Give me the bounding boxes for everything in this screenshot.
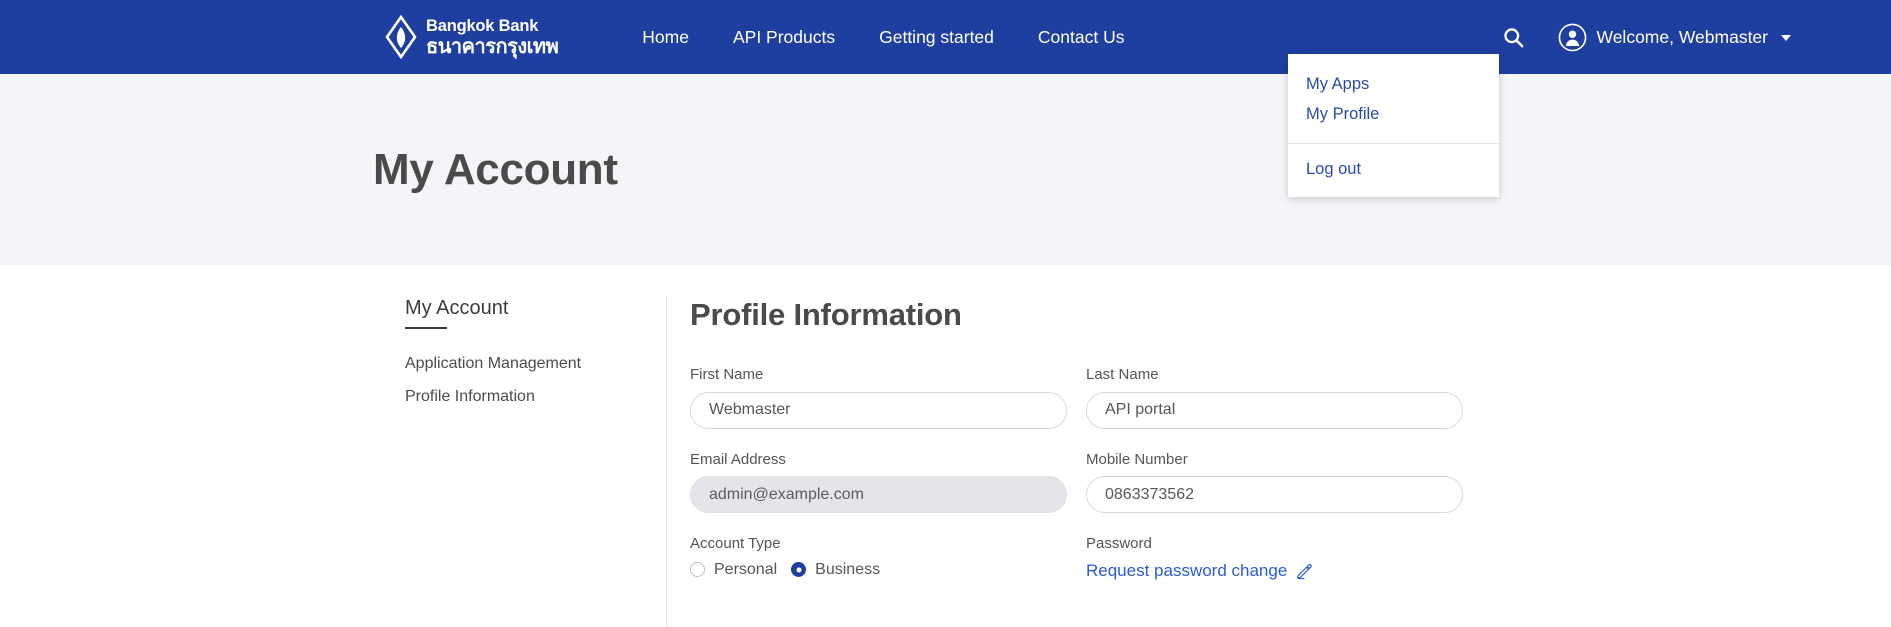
field-group-email: Email Address [690, 450, 1086, 514]
field-group-last-name: Last Name [1086, 365, 1482, 429]
header-inner: Bangkok Bank ธนาคารกรุงเทพ Home API Prod… [0, 0, 1891, 74]
sidebar-inner: My Account Application Management Profil… [0, 297, 666, 409]
dropdown-my-profile[interactable]: My Profile [1288, 100, 1499, 130]
header-right-group: Welcome, Webmaster [1501, 23, 1891, 52]
field-group-first-name: First Name [690, 365, 1086, 429]
label-account-type: Account Type [690, 534, 1086, 554]
field-group-mobile: Mobile Number [1086, 450, 1482, 514]
label-email-address: Email Address [690, 450, 1086, 470]
brand-logo-link[interactable]: Bangkok Bank ธนาคารกรุงเทพ [385, 15, 558, 59]
nav-contact-us[interactable]: Contact Us [1016, 0, 1147, 74]
dropdown-primary-group: My Apps My Profile [1288, 64, 1499, 138]
radio-dot-business[interactable] [791, 562, 806, 577]
page-title: My Account [373, 145, 618, 195]
sidebar-item-profile-information[interactable]: Profile Information [405, 386, 666, 408]
brand-name-th: ธนาคารกรุงเทพ [426, 36, 558, 56]
user-dropdown-menu: My Apps My Profile Log out [1288, 54, 1499, 197]
dropdown-divider [1288, 143, 1499, 144]
dropdown-secondary-group: Log out [1288, 147, 1499, 189]
label-first-name: First Name [690, 365, 1086, 385]
brand-name-en: Bangkok Bank [426, 18, 558, 35]
user-avatar-icon [1558, 23, 1587, 52]
form-row-names: First Name Last Name [690, 365, 1891, 429]
nav-home[interactable]: Home [620, 0, 711, 74]
radio-dot-personal[interactable] [690, 562, 705, 577]
radio-option-personal[interactable]: Personal [690, 561, 777, 579]
sidebar-heading: My Account [405, 297, 508, 329]
form-row-type-password: Account Type Personal Business Password … [690, 534, 1891, 581]
last-name-input[interactable] [1086, 392, 1463, 429]
form-row-contact: Email Address Mobile Number [690, 450, 1891, 514]
search-button[interactable] [1501, 24, 1527, 50]
diamond-leaf-logo-icon [385, 15, 417, 59]
user-menu-toggle[interactable]: Welcome, Webmaster [1558, 23, 1792, 52]
radio-label-personal: Personal [714, 561, 777, 579]
profile-panel: Profile Information First Name Last Name… [667, 297, 1891, 627]
account-type-radio-group: Personal Business [690, 561, 1086, 579]
account-sidebar: My Account Application Management Profil… [0, 297, 667, 627]
nav-api-products[interactable]: API Products [711, 0, 857, 74]
nav-getting-started[interactable]: Getting started [857, 0, 1016, 74]
user-greeting: Welcome, Webmaster [1597, 27, 1769, 48]
caret-down-icon [1781, 35, 1791, 41]
main-navigation: Home API Products Getting started Contac… [620, 0, 1146, 74]
label-password: Password [1086, 534, 1482, 554]
panel-title: Profile Information [690, 297, 1891, 333]
password-change-row: Request password change [1086, 561, 1482, 581]
field-group-account-type: Account Type Personal Business [690, 534, 1086, 581]
search-icon [1502, 26, 1525, 49]
brand-text: Bangkok Bank ธนาคารกรุงเทพ [426, 18, 558, 57]
mobile-number-input[interactable] [1086, 476, 1463, 513]
first-name-input[interactable] [690, 392, 1067, 429]
sidebar-link-list: Application Management Profile Informati… [405, 353, 666, 409]
content-area: My Account Application Management Profil… [0, 265, 1891, 627]
dropdown-my-apps[interactable]: My Apps [1288, 70, 1499, 100]
radio-label-business: Business [815, 561, 880, 579]
email-address-input [690, 476, 1067, 513]
dropdown-log-out[interactable]: Log out [1288, 155, 1499, 185]
radio-option-business[interactable]: Business [791, 561, 880, 579]
site-header: Bangkok Bank ธนาคารกรุงเทพ Home API Prod… [0, 0, 1891, 74]
request-password-change-link[interactable]: Request password change [1086, 561, 1287, 581]
field-group-password: Password Request password change [1086, 534, 1482, 581]
label-mobile-number: Mobile Number [1086, 450, 1482, 470]
sidebar-item-application-management[interactable]: Application Management [405, 353, 666, 375]
hero-banner: My Account [0, 74, 1891, 265]
pencil-edit-icon[interactable] [1295, 561, 1314, 580]
label-last-name: Last Name [1086, 365, 1482, 385]
